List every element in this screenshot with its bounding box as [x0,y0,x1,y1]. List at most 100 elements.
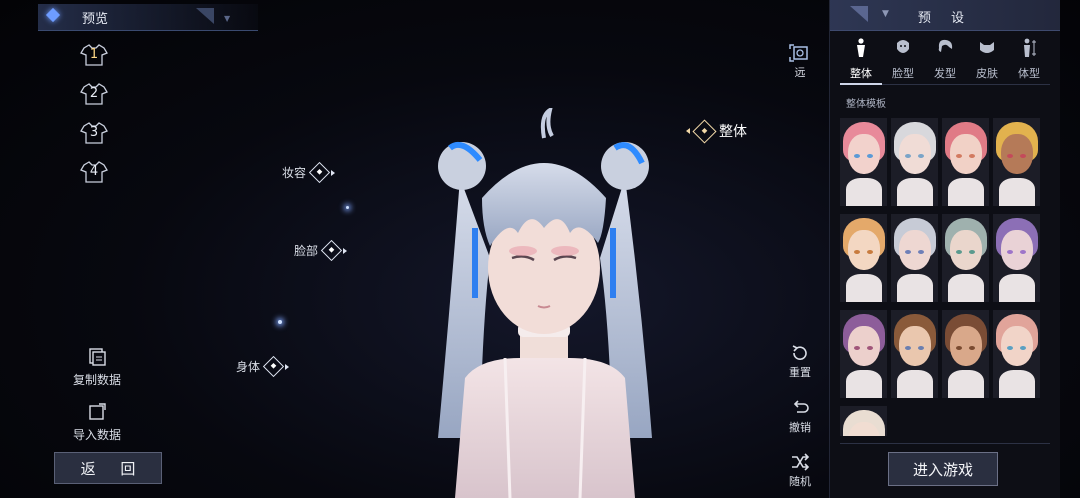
focus-whole[interactable]: 整体 [686,118,747,144]
template-eye [854,250,860,254]
camera-distance-button[interactable]: 远 [780,44,820,80]
tab-label: 体型 [1018,67,1040,80]
focus-point-icon [320,239,343,262]
template-thumbnail[interactable] [891,310,938,398]
template-body [948,370,984,398]
arrow-right-icon [343,247,348,254]
slot-number: 4 [89,164,99,179]
template-thumbnail[interactable] [993,310,1040,398]
template-body [846,274,882,302]
template-eye [969,250,975,254]
enter-game-button[interactable]: 进入游戏 [888,452,998,486]
template-body [999,178,1035,206]
focus-face[interactable]: 脸部 [294,239,348,262]
outfit-slot-2[interactable]: 2 [80,82,108,106]
focus-point-icon [262,355,285,378]
arrow-right-icon [285,363,290,370]
outfit-slot-1[interactable]: 1 [80,43,108,67]
template-face [1001,134,1033,174]
tab-label: 发型 [934,67,956,80]
copy-data-button[interactable]: 复制数据 [62,348,132,388]
section-label: 整体模板 [846,99,886,110]
zoom-out-icon [789,44,808,62]
slot-number: 3 [89,125,99,140]
template-eye [905,154,911,158]
template-body [846,178,882,206]
template-eye [1007,250,1013,254]
preview-tab[interactable]: 预览 ▼ [38,4,258,31]
focus-makeup[interactable]: 妆容 [282,161,336,184]
template-thumbnail[interactable] [993,118,1040,206]
tab-hairstyle[interactable]: 发型 [924,38,966,82]
template-body [897,274,933,302]
template-body [897,370,933,398]
template-face [950,134,982,174]
template-thumbnail[interactable] [942,214,989,302]
tab-face-shape[interactable]: 脸型 [882,38,924,82]
tab-whole[interactable]: 整体 [840,38,882,82]
template-eye [1007,154,1013,158]
template-thumbnail[interactable] [840,214,887,302]
template-face [899,134,931,174]
tab-skin[interactable]: 皮肤 [966,38,1008,82]
template-face [848,134,880,174]
tab-label: 整体 [850,67,872,80]
template-thumbnail[interactable] [891,214,938,302]
undo-button[interactable]: 撤销 [780,399,820,435]
tab-selected-indicator [840,83,882,85]
preview-label: 预览 [82,12,109,27]
outfit-slot-3[interactable]: 3 [80,121,108,145]
template-thumbnail[interactable] [942,118,989,206]
preset-header: ▼ 预 设 [830,0,1060,31]
shuffle-icon [792,453,810,471]
outfit-slot-4[interactable]: 4 [80,160,108,184]
template-eye [918,346,924,350]
template-thumbnail[interactable] [942,310,989,398]
template-thumbnail[interactable] [891,118,938,206]
template-thumbnail[interactable] [993,214,1040,302]
template-eye [969,154,975,158]
template-thumbnail[interactable] [840,310,887,398]
tab-body-type[interactable]: 体型 [1008,38,1050,82]
template-body [897,178,933,206]
figure-icon [857,38,865,57]
slot-number: 2 [89,86,99,101]
arrow-right-icon [331,169,336,176]
face-shape-icon [897,40,909,53]
copy-icon [89,348,106,366]
template-eye [867,346,873,350]
template-face [848,230,880,270]
arrow-left-icon [686,128,690,134]
template-thumbnail[interactable] [840,406,887,436]
tab-underline [840,83,1050,85]
focus-body[interactable]: 身体 [236,355,290,378]
character-model[interactable] [420,108,670,498]
focus-body-label: 身体 [236,360,261,374]
back-button[interactable]: 返 回 [54,452,162,484]
sparkle-particle [278,320,282,324]
template-grid [840,118,1050,494]
template-face [1001,326,1033,366]
template-face [950,326,982,366]
sparkle-particle [346,206,349,209]
focus-point-icon [692,118,717,144]
body-type-icon [1024,38,1036,57]
template-eye [1020,154,1026,158]
focus-point-icon [308,161,331,184]
template-body [948,178,984,206]
preview-diamond-icon [45,7,61,23]
template-eye [854,346,860,350]
reset-button[interactable]: 重置 [780,344,820,380]
template-eye [918,250,924,254]
template-body [948,274,984,302]
template-eye [867,154,873,158]
slot-number: 1 [89,47,99,62]
focus-makeup-label: 妆容 [282,166,307,180]
random-button[interactable]: 随机 [780,453,820,489]
template-eye [854,154,860,158]
template-thumbnail[interactable] [840,118,887,206]
undo-icon [793,400,809,413]
import-data-button[interactable]: 导入数据 [62,403,132,443]
template-body [999,370,1035,398]
template-eye [905,346,911,350]
